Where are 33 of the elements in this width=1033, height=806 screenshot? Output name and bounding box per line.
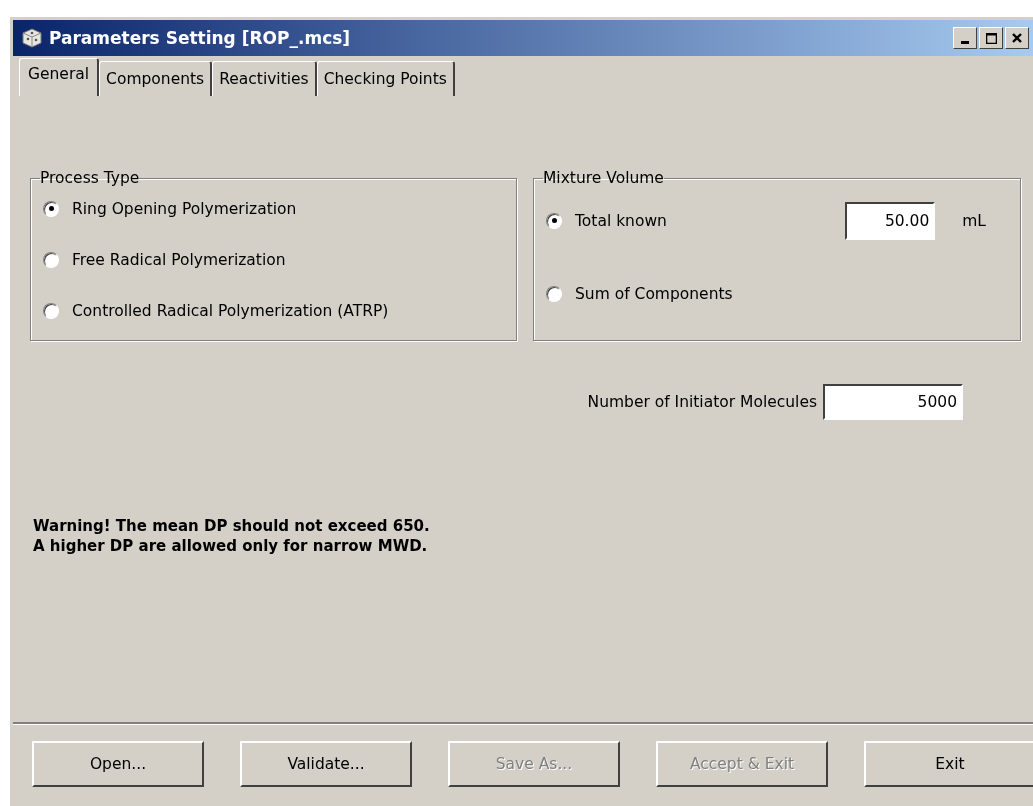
- cube-icon: [21, 27, 43, 49]
- group-title: Process Type: [40, 169, 140, 187]
- option-label: Controlled Radical Polymerization (ATRP): [72, 301, 389, 320]
- option-label: Sum of Components: [575, 284, 733, 303]
- volume-field[interactable]: 50.00: [845, 201, 936, 240]
- unit-label: mL: [962, 211, 986, 230]
- warning-text: Warning! The mean DP should not exceed 650.: [33, 516, 431, 536]
- radio-button[interactable]: [43, 200, 59, 217]
- initiator-field[interactable]: 5000: [823, 384, 963, 420]
- close-icon: [1012, 33, 1022, 43]
- initiator-label: Number of Initiator Molecules: [587, 393, 817, 411]
- tab[interactable]: Components: [99, 61, 213, 96]
- option-label: Total known: [575, 211, 667, 230]
- close-button[interactable]: [1005, 27, 1029, 49]
- option-label: Free Radical Polymerization: [72, 250, 286, 269]
- radio-button[interactable]: [43, 302, 59, 319]
- minimize-button[interactable]: [953, 27, 977, 49]
- dialog-button[interactable]: Validate...: [240, 741, 412, 787]
- tab[interactable]: Reactivities: [212, 61, 317, 96]
- dialog-button[interactable]: Exit: [864, 741, 1033, 787]
- dialog-button[interactable]: Open...: [32, 741, 204, 787]
- radio-button[interactable]: [546, 212, 562, 229]
- radio-button[interactable]: [546, 285, 562, 302]
- tab[interactable]: General: [19, 58, 100, 96]
- window-title: Parameters Setting [ROP_.mcs]: [49, 28, 352, 48]
- minimize-icon: [961, 40, 969, 44]
- radio-button[interactable]: [43, 251, 59, 268]
- tab[interactable]: Checking Points: [316, 61, 455, 96]
- maximize-button[interactable]: [979, 27, 1003, 49]
- group-title: Mixture Volume: [543, 169, 664, 187]
- option-label: Ring Opening Polymerization: [72, 199, 297, 218]
- warning-text: A higher DP are allowed only for narrow MWD.: [33, 536, 429, 556]
- maximize-icon: [985, 32, 997, 44]
